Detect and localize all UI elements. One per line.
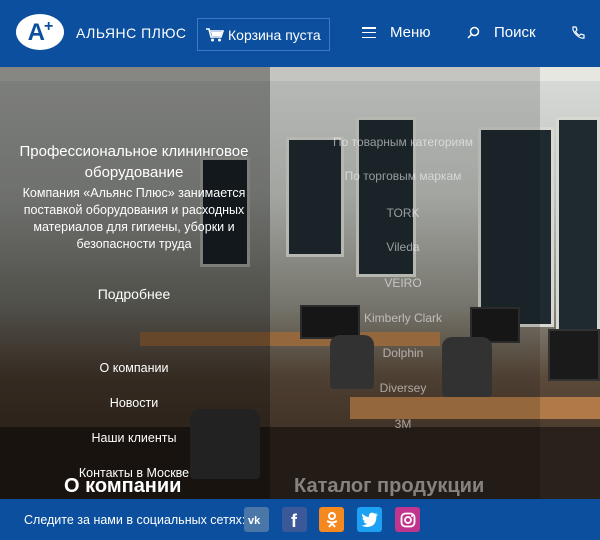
catalog-tork[interactable]: TORK bbox=[300, 206, 506, 220]
catalog-vileda[interactable]: Vileda bbox=[300, 240, 506, 254]
monitor bbox=[548, 329, 600, 381]
catalog-by-category[interactable]: По товарным категориям bbox=[300, 135, 506, 149]
catalog-by-brand[interactable]: По торговым маркам bbox=[300, 169, 506, 183]
phone-icon[interactable] bbox=[571, 26, 585, 40]
catalog-diversey[interactable]: Diversey bbox=[300, 381, 506, 395]
catalog-dolphin[interactable]: Dolphin bbox=[300, 346, 506, 360]
cart-button[interactable]: Корзина пуста bbox=[197, 18, 330, 51]
odnoklassniki-icon[interactable] bbox=[319, 507, 344, 532]
search-icon bbox=[467, 26, 480, 39]
logo-mark-icon: A+ bbox=[27, 17, 54, 46]
about-text: Компания «Альянс Плюс» занимается постав… bbox=[22, 186, 246, 251]
catalog-kimberly-clark[interactable]: Kimberly Clark bbox=[300, 311, 506, 325]
about-section-title[interactable]: О компании bbox=[64, 475, 181, 498]
cart-icon bbox=[206, 27, 224, 41]
facebook-icon[interactable]: f bbox=[282, 507, 307, 532]
more-link[interactable]: Подробнее bbox=[64, 286, 204, 302]
nav-news[interactable]: Новости bbox=[34, 396, 234, 410]
cart-label: Корзина пуста bbox=[228, 26, 321, 43]
site-header: A+ АЛЬЯНС ПЛЮС Корзина пуста Меню Поиск bbox=[0, 0, 600, 67]
search-button[interactable]: Поиск bbox=[467, 24, 536, 41]
about-title: Профессиональное клининговое оборудовани… bbox=[19, 143, 249, 181]
search-label: Поиск bbox=[494, 24, 536, 41]
logo[interactable]: A+ bbox=[16, 14, 64, 50]
window bbox=[556, 117, 600, 337]
nav-clients[interactable]: Наши клиенты bbox=[34, 431, 234, 445]
nav-about[interactable]: О компании bbox=[34, 361, 234, 375]
svg-text:vk: vk bbox=[248, 515, 261, 525]
menu-label: Меню bbox=[390, 24, 431, 41]
hamburger-icon bbox=[362, 27, 376, 38]
catalog-section-title[interactable]: Каталог продукции bbox=[294, 475, 484, 498]
svg-text:f: f bbox=[291, 511, 298, 529]
catalog-veiro[interactable]: VEIRO bbox=[300, 276, 506, 290]
hero-section: Профессиональное клининговое оборудовани… bbox=[0, 67, 600, 499]
brand-name[interactable]: АЛЬЯНС ПЛЮС bbox=[76, 25, 186, 41]
follow-label: Следите за нами в социальных сетях: bbox=[24, 513, 246, 527]
site-footer: Следите за нами в социальных сетях: vk f bbox=[0, 499, 600, 540]
catalog-3m[interactable]: 3M bbox=[300, 417, 506, 431]
menu-button[interactable]: Меню bbox=[362, 24, 431, 41]
vk-icon[interactable]: vk bbox=[244, 507, 269, 532]
twitter-icon[interactable] bbox=[357, 507, 382, 532]
instagram-icon[interactable] bbox=[395, 507, 420, 532]
